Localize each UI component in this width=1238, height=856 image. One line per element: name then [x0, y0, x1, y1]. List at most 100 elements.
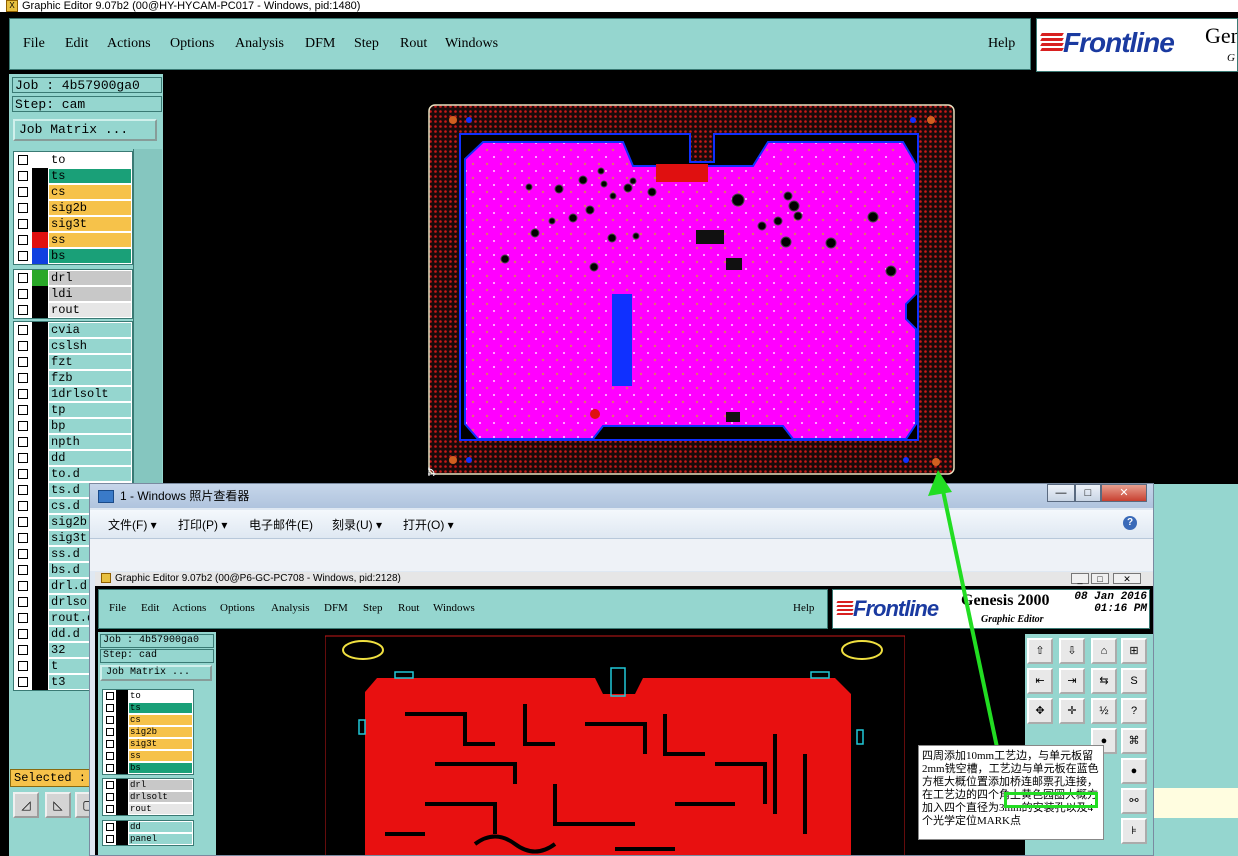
layer-name[interactable]: fzt [49, 355, 131, 369]
inner-layer-checkbox[interactable] [106, 781, 114, 789]
inner-layer-checkbox[interactable] [106, 752, 114, 760]
layer-state-swatch[interactable] [32, 200, 48, 216]
layer-state-swatch[interactable] [32, 152, 48, 168]
layer-checkbox[interactable] [18, 155, 28, 165]
layer-name[interactable]: npth [49, 435, 131, 449]
menu-windows[interactable]: Windows [445, 36, 498, 52]
layer-checkbox[interactable] [18, 533, 28, 543]
layer-state-swatch[interactable] [32, 578, 48, 594]
layer-row[interactable]: ts [14, 168, 132, 184]
inner-layer-checkbox[interactable] [106, 716, 114, 724]
layer-state-swatch[interactable] [32, 434, 48, 450]
inner-layer-checkbox[interactable] [106, 728, 114, 736]
layer-checkbox[interactable] [18, 565, 28, 575]
layer-state-swatch[interactable] [32, 562, 48, 578]
layer-state-swatch[interactable] [32, 402, 48, 418]
layer-name[interactable]: ss [49, 233, 131, 247]
tool-zoom-button[interactable]: ◿ [13, 792, 39, 818]
viewer-title-bar[interactable]: 1 - Windows 照片查看器 — □ ✕ [90, 484, 1153, 508]
inner-layer-state-swatch[interactable] [116, 833, 128, 845]
menu-file[interactable]: File [23, 36, 45, 52]
inner-layer-row[interactable]: ss [103, 750, 193, 762]
layer-state-swatch[interactable] [32, 386, 48, 402]
layer-checkbox[interactable] [18, 629, 28, 639]
inner-layer-checkbox[interactable] [106, 764, 114, 772]
layer-row[interactable]: to [14, 152, 132, 168]
inner-layer-name[interactable]: cs [129, 715, 192, 725]
layer-name[interactable]: rout [49, 303, 131, 317]
inner-layer-name[interactable]: drl [129, 780, 192, 790]
layer-state-swatch[interactable] [32, 546, 48, 562]
layer-row[interactable]: 1drlsolt [14, 386, 132, 402]
layer-checkbox[interactable] [18, 453, 28, 463]
layer-state-swatch[interactable] [32, 338, 48, 354]
inner-layer-row[interactable]: sig2b [103, 726, 193, 738]
layer-checkbox[interactable] [18, 203, 28, 213]
inner-layer-name[interactable]: ss [129, 751, 192, 761]
layer-state-swatch[interactable] [32, 270, 48, 286]
layer-state-swatch[interactable] [32, 610, 48, 626]
layer-name[interactable]: sig3t [49, 217, 131, 231]
layer-state-swatch[interactable] [32, 418, 48, 434]
inner-layer-state-swatch[interactable] [116, 702, 128, 714]
inner-layer-name[interactable]: dd [129, 822, 192, 832]
board-canvas[interactable] [422, 104, 956, 481]
layer-name[interactable]: 1drlsolt [49, 387, 131, 401]
layer-state-swatch[interactable] [32, 594, 48, 610]
layer-checkbox[interactable] [18, 357, 28, 367]
inner-layer-name[interactable]: drlsolt [129, 792, 192, 802]
layer-checkbox[interactable] [18, 341, 28, 351]
layer-checkbox[interactable] [18, 389, 28, 399]
layer-name[interactable]: to [49, 153, 131, 167]
inner-layer-state-swatch[interactable] [116, 726, 128, 738]
inner-layer-name[interactable]: sig3t [129, 739, 192, 749]
inner-layer-checkbox[interactable] [106, 823, 114, 831]
layer-checkbox[interactable] [18, 661, 28, 671]
menu-rout[interactable]: Rout [400, 36, 427, 52]
layer-checkbox[interactable] [18, 613, 28, 623]
inner-layer-state-swatch[interactable] [116, 738, 128, 750]
inner-layer-checkbox[interactable] [106, 805, 114, 813]
layer-row[interactable]: fzt [14, 354, 132, 370]
inner-layer-checkbox[interactable] [106, 740, 114, 748]
inner-layer-name[interactable]: to [129, 691, 192, 701]
inner-layer-checkbox[interactable] [106, 692, 114, 700]
layer-checkbox[interactable] [18, 597, 28, 607]
inner-layer-state-swatch[interactable] [116, 821, 128, 833]
layer-row[interactable]: fzb [14, 370, 132, 386]
inner-layer-name[interactable]: sig2b [129, 727, 192, 737]
inner-layer-row[interactable]: bs [103, 762, 193, 774]
menu-actions[interactable]: Actions [107, 36, 151, 52]
layer-state-swatch[interactable] [32, 498, 48, 514]
vmenu-email[interactable]: 电子邮件(E) [249, 516, 313, 533]
inner-layer-row[interactable]: cs [103, 714, 193, 726]
minimize-button[interactable]: — [1047, 484, 1075, 502]
layer-state-swatch[interactable] [32, 322, 48, 338]
layer-row[interactable]: ldi [14, 286, 132, 302]
inner-layer-row[interactable]: sig3t [103, 738, 193, 750]
inner-layer-row[interactable]: panel [103, 833, 193, 845]
layer-name[interactable]: ldi [49, 287, 131, 301]
inner-layer-state-swatch[interactable] [116, 803, 128, 815]
inner-layer-row[interactable]: drl [103, 779, 193, 791]
inner-layer-name[interactable]: rout [129, 804, 192, 814]
layer-state-swatch[interactable] [32, 216, 48, 232]
layer-name[interactable]: bs [49, 249, 131, 263]
layer-checkbox[interactable] [18, 517, 28, 527]
layer-state-swatch[interactable] [32, 370, 48, 386]
inner-layer-name[interactable]: bs [129, 763, 192, 773]
inner-layer-checkbox[interactable] [106, 793, 114, 801]
inner-layer-state-swatch[interactable] [116, 791, 128, 803]
inner-layer-checkbox[interactable] [106, 704, 114, 712]
layer-state-swatch[interactable] [32, 658, 48, 674]
layer-row[interactable]: drl [14, 270, 132, 286]
layer-state-swatch[interactable] [32, 232, 48, 248]
layer-state-swatch[interactable] [32, 642, 48, 658]
layer-checkbox[interactable] [18, 469, 28, 479]
menu-help[interactable]: Help [988, 36, 1015, 52]
layer-name[interactable]: bp [49, 419, 131, 433]
vmenu-open[interactable]: 打开(O) ▾ [403, 516, 454, 533]
inner-layer-checkbox[interactable] [106, 835, 114, 843]
inner-layer-row[interactable]: to [103, 690, 193, 702]
layer-checkbox[interactable] [18, 235, 28, 245]
